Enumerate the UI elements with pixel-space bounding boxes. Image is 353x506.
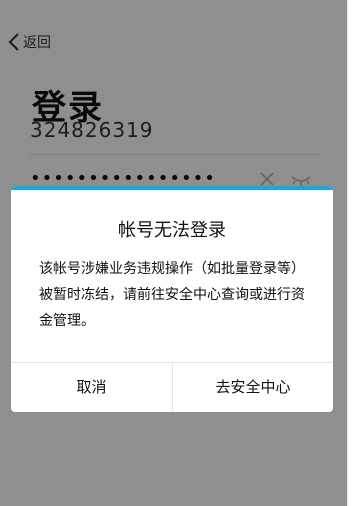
- side-panel-edge: [347, 0, 353, 506]
- dialog-message: 该帐号涉嫌业务违规操作（如批量登录等）被暂时冻结，请前往安全中心查询或进行资金管…: [39, 261, 305, 329]
- account-frozen-dialog: 帐号无法登录 该帐号涉嫌业务违规操作（如批量登录等）被暂时冻结，请前往安全中心查…: [11, 186, 333, 412]
- dialog-title: 帐号无法登录: [118, 220, 226, 241]
- login-screen: 返回 登录 324826319 •••••••••••••••• 帐号无法登录 …: [0, 0, 347, 506]
- cancel-button[interactable]: 取消: [11, 363, 172, 412]
- dialog-accent-bar: [11, 186, 333, 190]
- security-center-button[interactable]: 去安全中心: [173, 363, 333, 412]
